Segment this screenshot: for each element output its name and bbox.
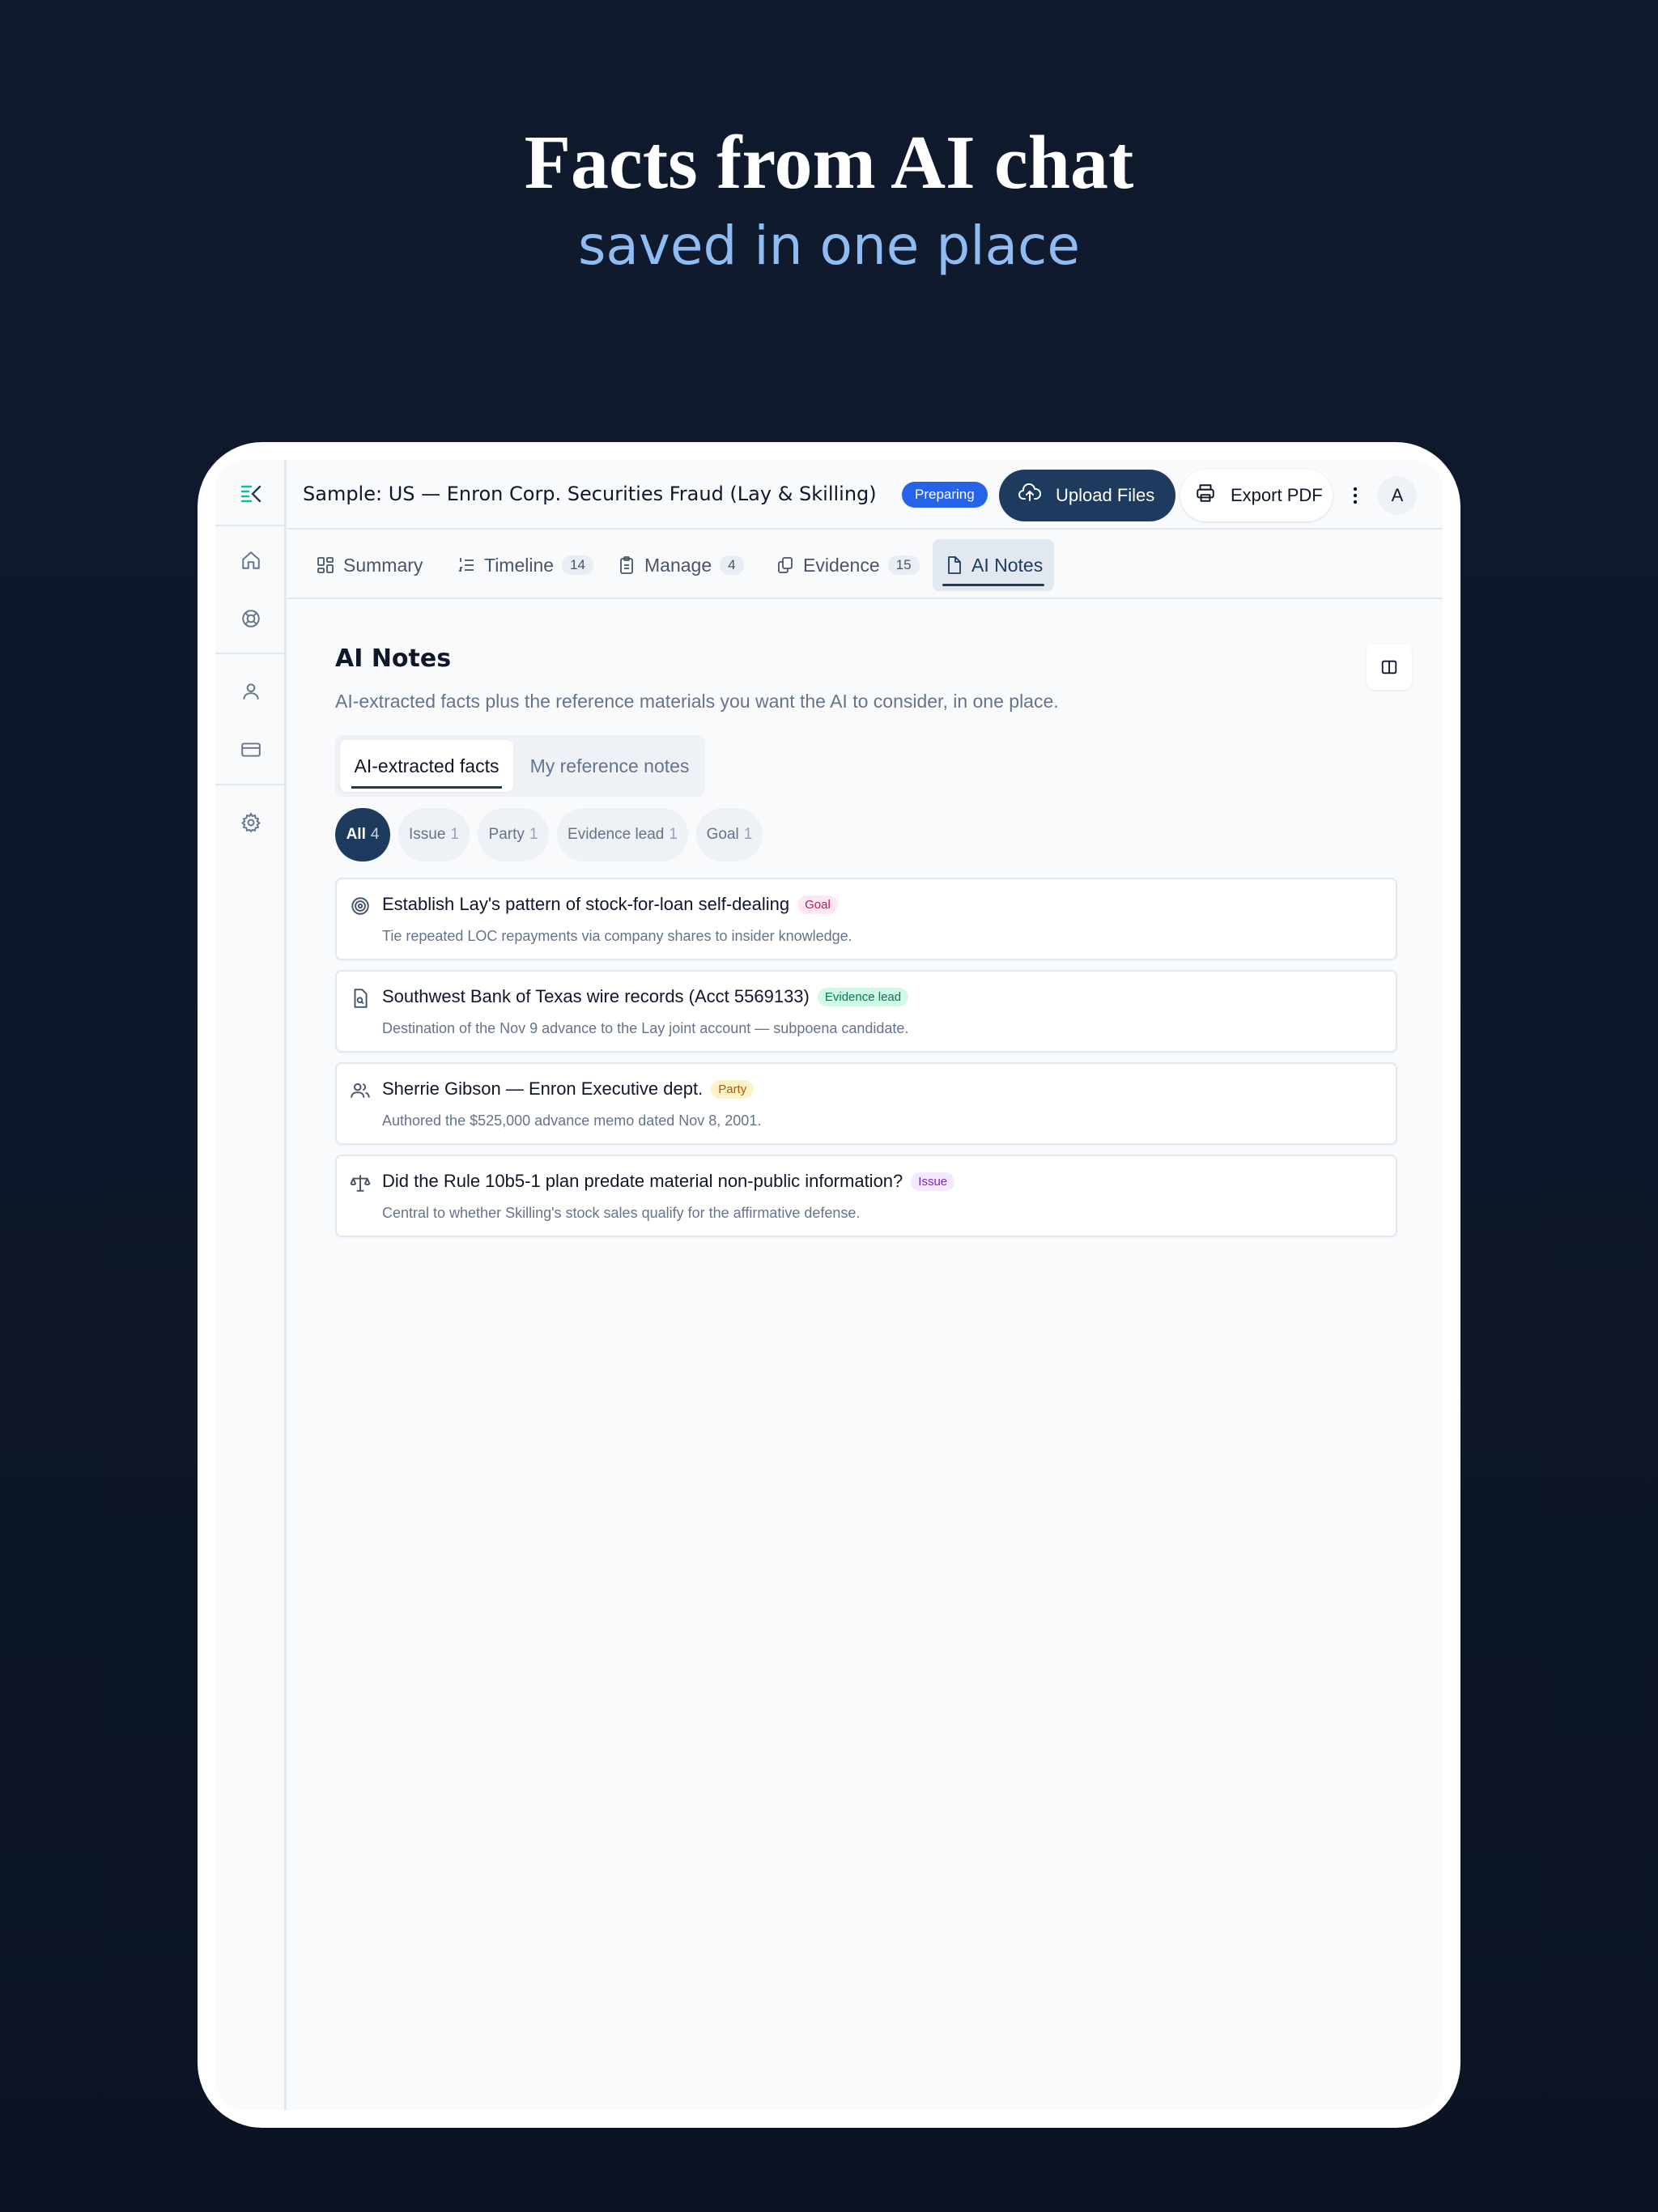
- fact-title: Southwest Bank of Texas wire records (Ac…: [382, 986, 909, 1007]
- user-icon[interactable]: [233, 674, 269, 709]
- fact-card[interactable]: Sherrie Gibson — Enron Executive dept. P…: [335, 1062, 1397, 1145]
- fact-title-text: Southwest Bank of Texas wire records (Ac…: [382, 986, 810, 1006]
- subtab-ai-extracted-facts[interactable]: AI-extracted facts: [340, 740, 513, 792]
- files-icon: [778, 557, 793, 573]
- fact-description: Central to whether Skilling's stock sale…: [382, 1205, 861, 1221]
- credit-card-icon[interactable]: [233, 732, 269, 768]
- export-pdf-button[interactable]: Export PDF: [1180, 470, 1333, 521]
- more-options-button[interactable]: [1339, 479, 1371, 512]
- fact-description: Destination of the Nov 9 advance to the …: [382, 1020, 909, 1036]
- status-badge: Preparing: [902, 482, 988, 508]
- file-search-icon: [348, 986, 372, 1010]
- fact-title: Establish Lay's pattern of stock-for-loa…: [382, 894, 838, 915]
- fact-title: Did the Rule 10b5-1 plan predate materia…: [382, 1171, 955, 1192]
- sidebar-divider: [215, 525, 287, 526]
- tab-timeline[interactable]: Timeline 14: [445, 539, 605, 591]
- filter-chip-all[interactable]: All 4: [335, 808, 390, 861]
- case-tabs: Summary Timeline 14 Manage 4 Evidence 15…: [287, 530, 1443, 599]
- fact-title-text: Establish Lay's pattern of stock-for-loa…: [382, 894, 790, 914]
- logo-icon[interactable]: [233, 476, 269, 512]
- page-description: AI-extracted facts plus the reference ma…: [335, 691, 1059, 712]
- tab-ai-notes[interactable]: AI Notes: [933, 539, 1055, 591]
- fact-description: Authored the $525,000 advance memo dated…: [382, 1112, 762, 1129]
- app-screen: Sample: US — Enron Corp. Securities Frau…: [215, 460, 1443, 2110]
- clipboard-icon: [620, 556, 633, 574]
- chip-label: All: [346, 826, 366, 843]
- lifebuoy-icon[interactable]: [233, 601, 269, 636]
- notes-subtabs: AI-extracted facts My reference notes: [335, 735, 705, 797]
- filter-chip-evidence-lead[interactable]: Evidence lead 1: [557, 808, 688, 861]
- avatar[interactable]: A: [1378, 476, 1417, 515]
- file-icon: [948, 556, 961, 574]
- fact-tag: Issue: [911, 1172, 955, 1191]
- fact-title-text: Did the Rule 10b5-1 plan predate materia…: [382, 1171, 903, 1191]
- fact-card[interactable]: Southwest Bank of Texas wire records (Ac…: [335, 970, 1397, 1053]
- upload-files-button[interactable]: Upload Files: [999, 470, 1175, 521]
- fact-tag: Evidence lead: [817, 987, 909, 1006]
- upload-files-label: Upload Files: [1056, 485, 1155, 505]
- tablet-frame: Sample: US — Enron Corp. Securities Frau…: [198, 442, 1460, 2128]
- fact-tag: Party: [711, 1079, 755, 1099]
- grid-icon: [317, 557, 334, 573]
- chip-count: 1: [669, 826, 678, 843]
- hero: Facts from AI chat saved in one place: [0, 121, 1658, 277]
- fact-title: Sherrie Gibson — Enron Executive dept. P…: [382, 1078, 755, 1100]
- main-content: AI Notes AI-extracted facts plus the ref…: [335, 644, 1412, 1237]
- cloud-upload-icon: [1018, 483, 1042, 508]
- sidebar: [215, 460, 287, 2110]
- fact-tag: Goal: [797, 895, 838, 914]
- sidebar-divider: [215, 784, 287, 785]
- scales-icon: [348, 1171, 372, 1195]
- users-icon: [348, 1078, 372, 1103]
- tab-label: Summary: [343, 554, 423, 576]
- page-title: AI Notes: [335, 644, 452, 673]
- chip-count: 4: [370, 826, 380, 843]
- list-ordered-icon: [458, 558, 474, 572]
- chip-label: Issue: [409, 826, 446, 843]
- tab-label: Evidence: [803, 554, 880, 576]
- tab-count: 14: [562, 555, 593, 575]
- top-bar: Sample: US — Enron Corp. Securities Frau…: [287, 460, 1443, 530]
- case-title: Sample: US — Enron Corp. Securities Frau…: [303, 483, 877, 505]
- tab-label: Timeline: [484, 554, 555, 576]
- hero-title: Facts from AI chat: [524, 121, 1134, 205]
- toggle-panel-button[interactable]: [1367, 644, 1412, 690]
- chip-label: Evidence lead: [568, 826, 665, 843]
- chip-count: 1: [529, 826, 538, 843]
- chip-label: Goal: [706, 826, 739, 843]
- subtab-my-reference-notes[interactable]: My reference notes: [518, 740, 701, 792]
- sidebar-divider: [215, 653, 287, 654]
- chip-count: 1: [743, 826, 753, 843]
- home-icon[interactable]: [233, 542, 269, 578]
- tab-label: AI Notes: [971, 554, 1044, 576]
- filter-chip-goal[interactable]: Goal 1: [696, 808, 763, 861]
- tab-summary[interactable]: Summary: [304, 539, 434, 591]
- columns-icon: [1381, 660, 1397, 674]
- fact-title-text: Sherrie Gibson — Enron Executive dept.: [382, 1078, 704, 1099]
- fact-card[interactable]: Establish Lay's pattern of stock-for-loa…: [335, 878, 1397, 960]
- tab-label: Manage: [644, 554, 712, 576]
- tab-count: 15: [887, 555, 920, 575]
- filter-chip-issue[interactable]: Issue 1: [398, 808, 470, 861]
- facts-list: Establish Lay's pattern of stock-for-loa…: [335, 878, 1397, 1247]
- chip-count: 1: [450, 826, 459, 843]
- tab-count: 4: [720, 555, 744, 575]
- hero-subtitle: saved in one place: [578, 215, 1080, 278]
- printer-icon: [1195, 483, 1216, 508]
- tab-manage[interactable]: Manage 4: [606, 539, 755, 591]
- tab-evidence[interactable]: Evidence 15: [764, 539, 931, 591]
- export-pdf-label: Export PDF: [1231, 485, 1323, 505]
- more-vertical-icon: [1353, 487, 1358, 504]
- filter-chip-party[interactable]: Party 1: [478, 808, 549, 861]
- gear-icon[interactable]: [233, 805, 269, 840]
- filter-chips: All 4 Issue 1 Party 1 Evidence lead 1 Go…: [335, 808, 1397, 861]
- fact-card[interactable]: Did the Rule 10b5-1 plan predate materia…: [335, 1155, 1397, 1237]
- fact-description: Tie repeated LOC repayments via company …: [382, 928, 852, 944]
- chip-label: Party: [488, 826, 525, 843]
- target-icon: [348, 894, 372, 918]
